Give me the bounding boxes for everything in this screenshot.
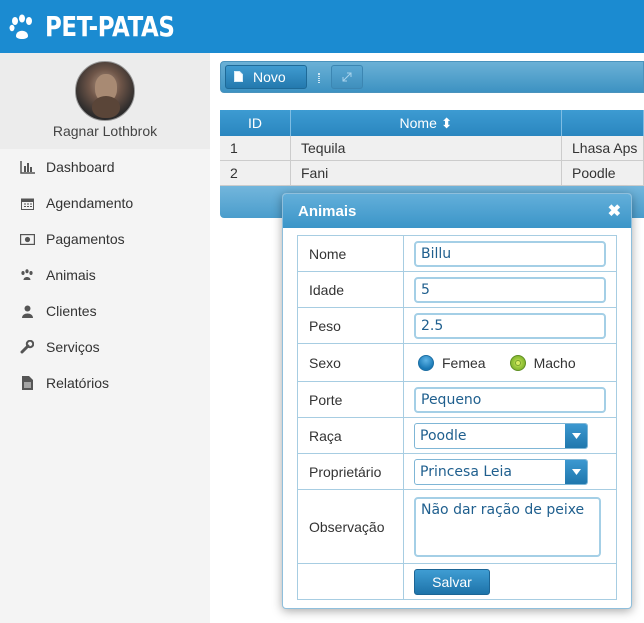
sidebar-item-label: Dashboard <box>46 159 115 175</box>
macho-radio[interactable] <box>509 354 526 371</box>
sidebar-item-label: Clientes <box>46 303 97 319</box>
raca-select-value: Poodle <box>420 427 467 444</box>
expand-button[interactable] <box>331 65 363 89</box>
user-name: Ragnar Lothbrok <box>52 123 158 139</box>
sidebar-item-agendamento[interactable]: Agendamento <box>0 185 210 221</box>
cell-raca: Poodle <box>562 161 644 185</box>
sidebar-item-label: Agendamento <box>46 195 134 211</box>
novo-button[interactable]: Novo <box>225 65 307 89</box>
avatar[interactable] <box>75 61 135 121</box>
cell-id: 2 <box>220 161 291 185</box>
idade-field[interactable]: 5 <box>414 276 606 303</box>
observacao-label: Observação <box>297 489 404 564</box>
chevron-down-icon[interactable] <box>565 423 587 448</box>
expand-icon <box>342 69 352 85</box>
new-document-icon <box>234 69 243 85</box>
toolbar: Novo <box>220 61 644 93</box>
animal-form: Nome Billu Idade 5 Peso 2.5 Sexo Femea M… <box>297 235 617 600</box>
nome-field[interactable]: Billu <box>414 240 606 267</box>
proprietario-select-value: Princesa Leia <box>420 463 512 480</box>
sidebar-item-dashboard[interactable]: Dashboard <box>0 149 210 185</box>
cell-nome: Tequila <box>291 136 562 160</box>
sidebar-item-label: Relatórios <box>46 375 110 391</box>
column-header-nome[interactable]: Nome ⬍ <box>291 110 562 136</box>
sidebar: Ragnar Lothbrok Dashboard Agendamento Pa… <box>0 53 210 623</box>
top-bar: PET-PATAS <box>0 0 644 53</box>
sidebar-item-pagamentos[interactable]: Pagamentos <box>0 221 210 257</box>
money-icon <box>19 231 35 247</box>
cell-raca: Lhasa Aps <box>562 136 644 160</box>
sidebar-menu: Dashboard Agendamento Pagamentos Animais… <box>0 149 210 401</box>
cell-id: 1 <box>220 136 291 160</box>
raca-select[interactable]: Poodle <box>414 422 588 449</box>
salvar-button[interactable]: Salvar <box>414 568 490 595</box>
sidebar-item-servicos[interactable]: Serviços <box>0 329 210 365</box>
peso-field[interactable]: 2.5 <box>414 312 606 339</box>
column-header-id[interactable]: ID <box>220 110 291 136</box>
femea-radio-label[interactable]: Femea <box>442 355 486 371</box>
observacao-field[interactable]: Não dar ração de peixe <box>414 496 601 557</box>
proprietario-select[interactable]: Princesa Leia <box>414 458 588 485</box>
user-icon <box>19 303 35 319</box>
user-profile: Ragnar Lothbrok <box>0 53 210 149</box>
sidebar-item-label: Serviços <box>46 339 100 355</box>
app-logo-text: PET-PATAS <box>45 10 175 43</box>
paw-icon <box>9 14 35 40</box>
dialog-title: Animais <box>283 194 631 228</box>
novo-button-label: Novo <box>253 69 286 85</box>
toolbar-separator <box>318 73 320 83</box>
sidebar-item-label: Pagamentos <box>46 231 125 247</box>
proprietario-label: Proprietário <box>297 453 404 490</box>
macho-radio-label[interactable]: Macho <box>534 355 576 371</box>
sidebar-item-label: Animais <box>46 267 96 283</box>
paw-icon <box>19 267 35 283</box>
table-row[interactable]: 2 Fani Poodle <box>220 161 644 186</box>
femea-radio[interactable] <box>418 354 434 371</box>
sidebar-item-relatorios[interactable]: Relatórios <box>0 365 210 401</box>
calendar-icon <box>19 195 35 211</box>
porte-label: Porte <box>297 381 404 418</box>
idade-label: Idade <box>297 271 404 308</box>
porte-field[interactable]: Pequeno <box>414 386 606 413</box>
close-icon[interactable]: ✖ <box>608 201 621 221</box>
sexo-label: Sexo <box>297 343 404 382</box>
document-icon <box>19 375 35 391</box>
peso-label: Peso <box>297 307 404 344</box>
nome-label: Nome <box>297 235 404 272</box>
column-header-raca[interactable] <box>562 110 644 136</box>
sidebar-item-animais[interactable]: Animais <box>0 257 210 293</box>
wrench-icon <box>19 339 35 355</box>
cell-nome: Fani <box>291 161 562 185</box>
raca-label: Raça <box>297 417 404 454</box>
sidebar-item-clientes[interactable]: Clientes <box>0 293 210 329</box>
bar-chart-icon <box>19 159 35 175</box>
chevron-down-icon[interactable] <box>565 459 587 484</box>
sexo-radio-group: Femea Macho <box>414 354 616 371</box>
animais-dialog: Animais ✖ Nome Billu Idade 5 Peso 2.5 Se… <box>282 193 632 609</box>
table-header: ID Nome ⬍ <box>220 110 644 136</box>
table-row[interactable]: 1 Tequila Lhasa Aps <box>220 136 644 161</box>
